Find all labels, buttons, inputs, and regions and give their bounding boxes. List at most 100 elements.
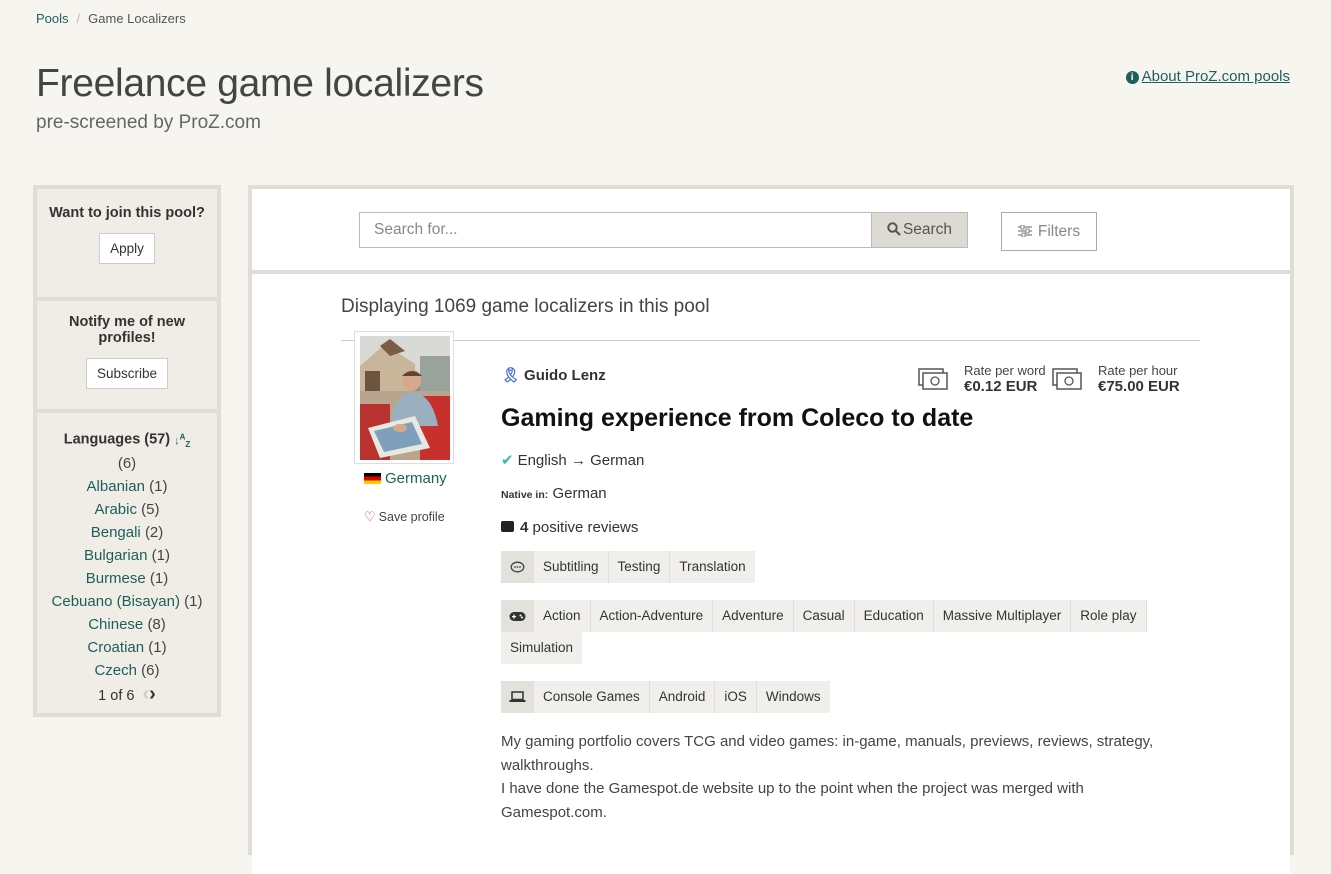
language-item[interactable]: Albanian (1) — [37, 475, 217, 498]
tag: Windows — [756, 681, 830, 713]
language-name: Burmese — [85, 569, 146, 587]
about-pools-link[interactable]: i About ProZ.com pools — [1125, 68, 1290, 85]
tag: Translation — [670, 551, 755, 583]
money-icon — [1052, 368, 1082, 390]
tag: Testing — [608, 551, 671, 583]
language-name: Croatian — [87, 638, 145, 656]
tag: Subtitling — [534, 551, 609, 583]
rate-word-value: €0.12 EUR — [964, 378, 1038, 395]
native-language: Native in: German — [501, 485, 607, 502]
info-icon: i — [1125, 71, 1139, 84]
tag: Education — [854, 600, 934, 632]
country-name: Germany — [385, 470, 447, 487]
tag: Action-Adventure — [590, 600, 714, 632]
language-name: Cebuano (Bisayan) — [51, 592, 180, 610]
language-count: (1) — [151, 546, 170, 564]
language-item[interactable]: Bulgarian (1) — [37, 544, 217, 567]
search-input[interactable] — [359, 212, 871, 248]
heart-icon: ♡ — [364, 509, 376, 524]
join-pool-box: Want to join this pool? Apply — [37, 189, 217, 297]
language-item[interactable]: Czech (6) — [37, 659, 217, 682]
check-icon: ✔ — [501, 452, 514, 469]
avatar — [360, 336, 450, 460]
tag: Casual — [793, 600, 855, 632]
language-pair: ✔ English → German — [501, 451, 644, 469]
apply-button[interactable]: Apply — [99, 233, 155, 264]
tag: Action — [534, 600, 591, 632]
join-pool-heading: Want to join this pool? — [49, 205, 205, 221]
speech-bubble-icon — [501, 551, 534, 583]
rate-hour-value: €75.00 EUR — [1098, 378, 1180, 395]
country-link[interactable]: Germany — [364, 470, 447, 487]
source-language: English — [517, 452, 567, 469]
native-label: Native in: — [501, 489, 549, 501]
breadcrumb-pools-link[interactable]: Pools — [36, 11, 69, 26]
reviews-text: positive reviews — [532, 519, 639, 536]
languages-title: Languages (57) — [63, 431, 171, 448]
languages-heading: Languages (57) ↓AZ — [37, 413, 217, 453]
save-profile-label: Save profile — [378, 510, 445, 524]
main-content: Search Filters Displaying 1069 game loca… — [248, 185, 1294, 874]
pager-text: 1 of 6 — [98, 687, 135, 704]
filters-button[interactable]: Filters — [1001, 212, 1097, 251]
results-panel: Displaying 1069 game localizers in this … — [252, 274, 1290, 874]
profile-name-text: Guido Lenz — [524, 367, 606, 384]
tag: Massive Multiplayer — [933, 600, 1072, 632]
chevron-right-icon[interactable]: › — [149, 683, 156, 705]
comment-icon — [501, 521, 514, 532]
native-language-value: German — [552, 485, 607, 502]
language-item[interactable]: Arabic (5) — [37, 498, 217, 521]
profile-name[interactable]: 🎗 Guido Lenz — [501, 366, 606, 384]
language-item[interactable]: Bengali (2) — [37, 521, 217, 544]
language-name: Arabic — [94, 500, 137, 518]
languages-box: Languages (57) ↓AZ (6) Albanian (1) Arabic… — [37, 413, 217, 713]
ribbon-icon: 🎗 — [501, 367, 521, 384]
filters-label: Filters — [1037, 223, 1081, 240]
languages-pager: 1 of 6 ‹› — [37, 683, 217, 706]
services-tags: Subtitling Testing Translation — [501, 551, 755, 583]
divider — [341, 340, 1200, 341]
breadcrumb-current: Game Localizers — [88, 11, 186, 26]
language-count: (1) — [148, 638, 167, 656]
notify-heading: Notify me of new profiles! — [68, 314, 185, 346]
subscribe-button[interactable]: Subscribe — [85, 358, 169, 389]
profile-headline[interactable]: Gaming experience from Coleco to date — [501, 404, 973, 433]
save-profile-button[interactable]: ♡ Save profile — [364, 509, 445, 525]
search-icon — [887, 222, 901, 236]
results-count: Displaying 1069 game localizers in this … — [341, 296, 710, 317]
language-item[interactable]: (6) — [37, 452, 217, 475]
reviews-count: 4 — [520, 519, 529, 536]
language-name: Chinese — [88, 615, 144, 633]
profile-photo-frame[interactable] — [354, 331, 454, 464]
language-item[interactable]: Croatian (1) — [37, 636, 217, 659]
bio-paragraph-2: I have done the Gamespot.de website up t… — [501, 780, 1084, 821]
reviews[interactable]: 4 positive reviews — [501, 519, 638, 536]
arrow-right-icon: → — [570, 452, 586, 469]
sort-alpha-icon[interactable]: ↓AZ — [174, 432, 190, 449]
tag: Console Games — [534, 681, 650, 713]
about-pools-label: About ProZ.com pools — [1141, 68, 1290, 85]
sliders-icon — [1017, 224, 1032, 238]
platforms-tags: Console Games Android iOS Windows — [501, 681, 830, 713]
genres-tags: Action Action-Adventure Adventure Casual Edu… — [501, 600, 1151, 664]
language-item[interactable]: Cebuano (Bisayan) (1) — [37, 590, 217, 613]
profile-bio: My gaming portfolio covers TCG and video… — [501, 730, 1191, 824]
page-subtitle: pre-screened by ProZ.com — [36, 112, 261, 133]
language-count: (5) — [141, 500, 160, 518]
search-button[interactable]: Search — [871, 212, 968, 248]
notify-box: Notify me of new profiles! Subscribe — [37, 301, 217, 409]
language-count: (1) — [149, 569, 169, 587]
target-language: German — [590, 452, 645, 469]
language-count: (2) — [144, 523, 164, 541]
rate-per-word: Rate per word €0.12 EUR — [964, 363, 1046, 395]
language-count: (6) — [117, 454, 137, 472]
language-list: (6) Albanian (1) Arabic (5) Bengali (2) Bulg… — [37, 452, 217, 682]
search-button-label: Search — [902, 221, 953, 238]
gamepad-icon — [501, 600, 534, 632]
tag: iOS — [715, 681, 757, 713]
language-item[interactable]: Chinese (8) — [37, 613, 217, 636]
language-count: (6) — [141, 661, 160, 679]
language-item[interactable]: Burmese (1) — [37, 567, 217, 590]
language-name: Bengali — [90, 523, 141, 541]
tag: Role play — [1071, 600, 1147, 632]
